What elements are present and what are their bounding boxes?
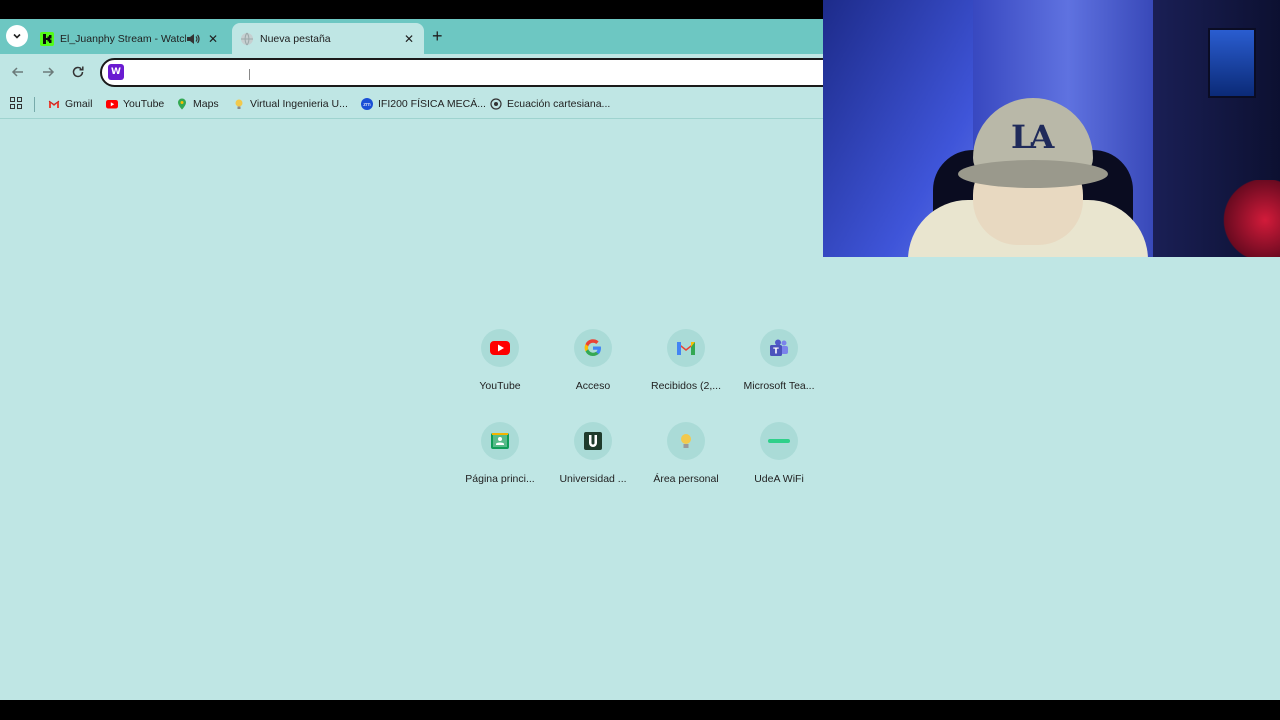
- arrow-left-icon: [11, 67, 23, 77]
- tab-stream[interactable]: El_Juanphy Stream - Watch ✕: [32, 23, 228, 54]
- shortcut-tile[interactable]: Acceso: [546, 329, 640, 392]
- shortcut-icon-bg: [574, 329, 612, 367]
- bookmark-maps[interactable]: Maps: [176, 96, 219, 112]
- shortcut-tile[interactable]: Página princi...: [453, 422, 547, 485]
- shortcut-tile[interactable]: Universidad ...: [546, 422, 640, 485]
- shortcut-tile[interactable]: YouTube: [453, 329, 547, 392]
- bottom-bar: [0, 700, 1280, 720]
- kick-icon: [40, 31, 54, 46]
- youtube-icon: [106, 100, 118, 109]
- close-tab-icon[interactable]: ✕: [206, 32, 220, 46]
- tab-title: Nueva pestaña: [260, 32, 331, 45]
- teams-icon: T: [770, 339, 788, 356]
- shortcut-icon-bg: [760, 422, 798, 460]
- shortcut-icon-bg: [481, 329, 519, 367]
- svg-text:zm: zm: [363, 102, 371, 108]
- bookmark-label: Ecuación cartesiana...: [507, 98, 611, 110]
- cap-logo: LA: [1011, 118, 1054, 156]
- new-tab-button[interactable]: +: [432, 27, 443, 45]
- bookmark-ecuacion[interactable]: Ecuación cartesiana...: [490, 96, 610, 112]
- shortcut-label: Página princi...: [465, 473, 535, 485]
- search-engine-icon[interactable]: W: [108, 64, 124, 80]
- text-cursor: [249, 69, 250, 80]
- shortcut-icon-bg: [667, 329, 705, 367]
- shortcut-icon-bg: T: [760, 329, 798, 367]
- bookmark-label: Virtual Ingenieria U...: [250, 98, 348, 110]
- back-button[interactable]: [8, 62, 28, 82]
- zoom-icon: zm: [361, 98, 373, 110]
- bulb-icon: [681, 434, 691, 448]
- bookmark-label: Gmail: [65, 98, 93, 110]
- bookmark-youtube[interactable]: YouTube: [106, 96, 164, 112]
- bookmark-gmail[interactable]: Gmail: [48, 96, 92, 112]
- webcam-screen: [1208, 28, 1256, 98]
- youtube-icon: [490, 341, 510, 355]
- chevron-down-icon: [13, 33, 21, 39]
- shortcut-label: Microsoft Tea...: [743, 380, 815, 392]
- tab-search-button[interactable]: [6, 25, 28, 47]
- bookmark-ifi200[interactable]: zm IFI200 FÍSICA MECÁ...: [361, 96, 486, 112]
- webcam-red-light: [1223, 180, 1280, 257]
- shortcut-label: YouTube: [479, 380, 521, 392]
- arrow-right-icon: [43, 67, 55, 77]
- gmail-icon: [677, 342, 695, 355]
- shortcut-label: UdeA WiFi: [754, 473, 804, 485]
- classroom-icon: [491, 433, 509, 449]
- webcam-overlay: LA: [823, 0, 1280, 257]
- speaker-icon[interactable]: [186, 33, 200, 45]
- shortcut-icon-bg: [667, 422, 705, 460]
- desmos-icon: [490, 98, 502, 110]
- shortcut-label: Acceso: [575, 380, 611, 392]
- bookmark-label: IFI200 FÍSICA MECÁ...: [378, 98, 486, 110]
- bookmark-virtual-ingenieria[interactable]: Virtual Ingenieria U...: [233, 96, 348, 112]
- bookmark-label: Maps: [193, 98, 219, 110]
- bulb-icon: [235, 99, 243, 109]
- shortcut-tile[interactable]: T Microsoft Tea...: [732, 329, 826, 392]
- tab-new[interactable]: Nueva pestaña ✕: [232, 23, 424, 54]
- shortcut-tile[interactable]: UdeA WiFi: [732, 422, 826, 485]
- shortcut-label: Universidad ...: [559, 473, 627, 485]
- google-icon: [584, 339, 601, 357]
- bookmark-label: YouTube: [123, 98, 165, 110]
- u-icon: [584, 432, 602, 450]
- forward-button[interactable]: [38, 62, 58, 82]
- svg-text:T: T: [773, 347, 779, 356]
- shortcut-icon-bg: [574, 422, 612, 460]
- globe-icon: [241, 32, 253, 45]
- shortcut-label: Área personal: [653, 473, 719, 485]
- shortcut-tile[interactable]: Recibidos (2,...: [639, 329, 733, 392]
- shortcut-tile[interactable]: Área personal: [639, 422, 733, 485]
- shortcut-label: Recibidos (2,...: [650, 380, 722, 392]
- maps-icon: [178, 98, 186, 110]
- bookmarks-divider: [34, 97, 35, 112]
- tab-title: El_Juanphy Stream - Watch: [60, 32, 186, 45]
- apps-grid-icon[interactable]: [10, 97, 22, 109]
- address-input[interactable]: [128, 63, 828, 82]
- close-tab-icon[interactable]: ✕: [402, 32, 416, 46]
- address-bar[interactable]: W: [100, 58, 860, 87]
- shortcut-icon-bg: [481, 422, 519, 460]
- reload-icon: [72, 66, 84, 78]
- webcam-cap-brim: [958, 160, 1108, 188]
- reload-button[interactable]: [68, 62, 88, 82]
- wifi-bar-icon: [768, 439, 790, 443]
- gmail-icon: [48, 100, 60, 108]
